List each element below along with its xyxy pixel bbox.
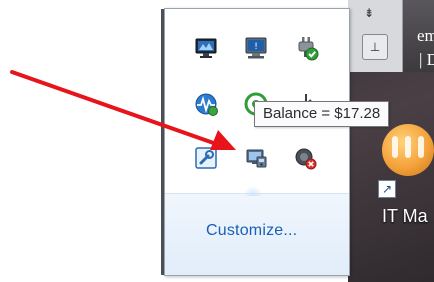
document-text-line-1: em bbox=[417, 26, 434, 45]
selection-glow bbox=[243, 186, 263, 196]
it-manager-app-icon[interactable] bbox=[382, 124, 434, 176]
customize-link[interactable]: Customize... bbox=[206, 222, 297, 240]
taskbar-edge bbox=[161, 9, 164, 275]
scroll-top-icon[interactable]: ⇟ bbox=[364, 6, 378, 20]
speaker-error-icon[interactable] bbox=[293, 145, 319, 171]
wrench-settings-icon[interactable] bbox=[193, 145, 219, 171]
scroll-bottom-button[interactable]: ⊥ bbox=[362, 34, 388, 60]
monitor-info-icon[interactable]: ! bbox=[243, 35, 269, 61]
desktop-background: em | Dec ⇟ ⊥ ↗ IT Ma bbox=[348, 0, 434, 282]
document-text-line-2: | Dec bbox=[419, 50, 434, 69]
scroll-panel: ⇟ ⊥ bbox=[348, 0, 403, 72]
power-plug-check-icon[interactable] bbox=[293, 35, 319, 61]
balance-tooltip: Balance = $17.28 bbox=[254, 101, 390, 127]
network-display-icon[interactable] bbox=[193, 35, 219, 61]
desktop-app-label[interactable]: IT Ma bbox=[382, 206, 428, 227]
network-activity-icon[interactable] bbox=[193, 91, 219, 117]
app-logo-figures bbox=[392, 136, 424, 162]
balance-app-icon[interactable] bbox=[235, 139, 277, 177]
shortcut-arrow-icon: ↗ bbox=[378, 180, 396, 198]
svg-text:!: ! bbox=[254, 42, 258, 52]
